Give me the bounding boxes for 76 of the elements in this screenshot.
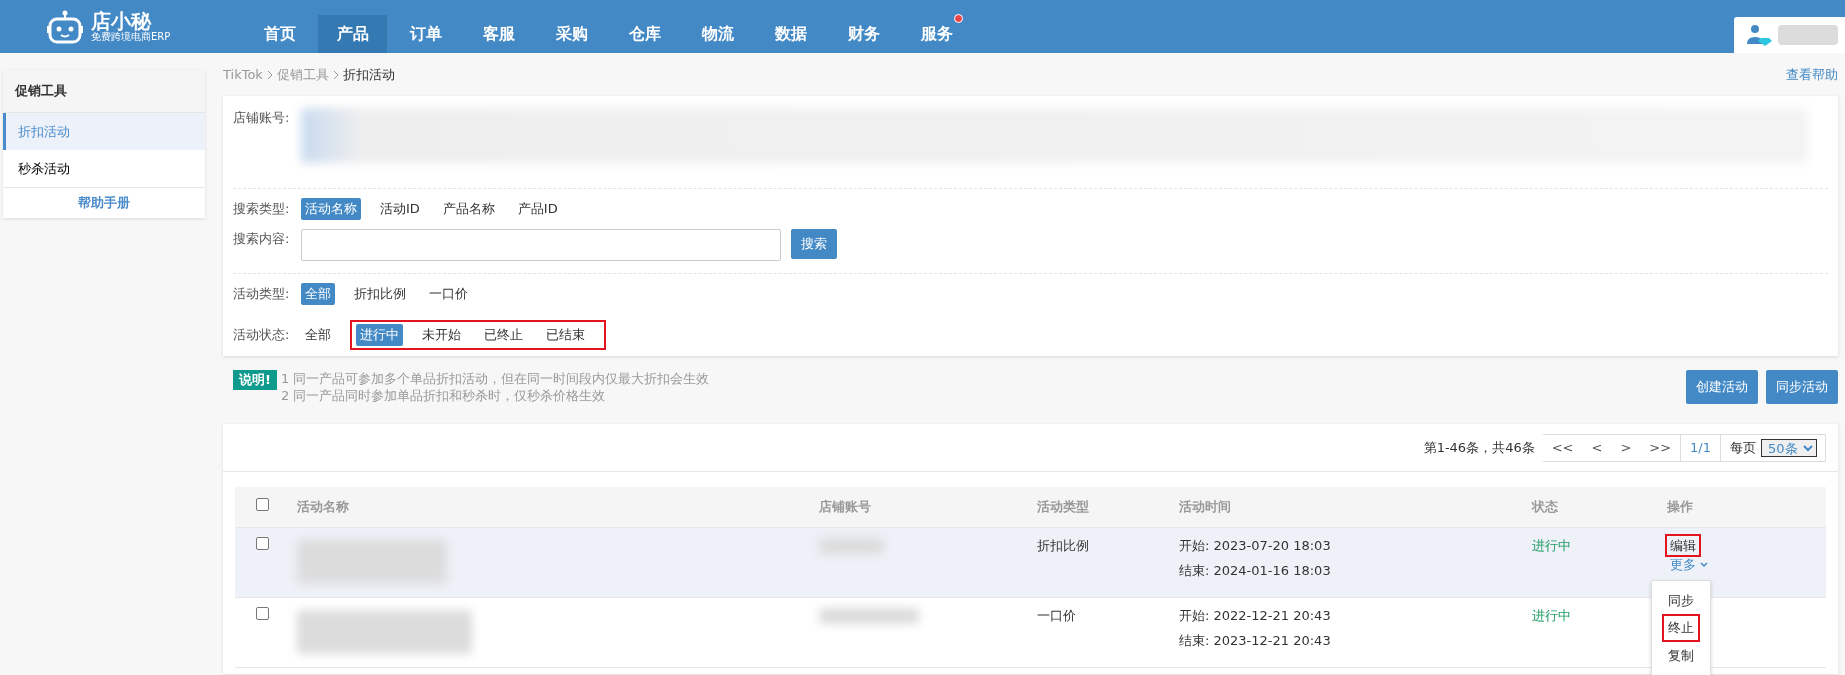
per-page-select[interactable]: 50条 [1761,438,1817,457]
blurred-username [1778,25,1838,45]
menu-item[interactable]: 复制 [1664,643,1698,667]
nav-tab[interactable]: 首页 [245,15,314,53]
column-header: 操作 [1667,499,1693,514]
search-button[interactable]: 搜索 [791,229,837,259]
help-link[interactable]: 查看帮助 [1786,64,1838,85]
nav-tab[interactable]: 订单 [391,15,460,53]
field-label: 活动类型: [233,285,291,304]
column-header: 店铺账号 [819,499,871,514]
end-time: 结束: 2023-12-21 20:43 [1179,632,1332,650]
filter-option[interactable]: 折扣比例 [350,283,410,305]
pagination-summary: 第1-46条，共46条 [1423,438,1535,457]
filter-option[interactable]: 活动ID [376,198,424,220]
action-button[interactable]: 同步活动 [1766,370,1838,404]
filter-option[interactable]: 未开始 [418,324,465,346]
column-header: 活动类型 [1037,499,1089,514]
nav-tab[interactable]: 产品 [318,15,387,53]
column-header: 活动名称 [297,499,349,514]
status-text: 进行中 [1532,607,1571,623]
page-indicator: 1/1 [1681,434,1721,461]
edit-link[interactable]: 编辑 [1667,535,1699,555]
start-time: 开始: 2022-12-21 20:43 [1179,606,1332,625]
sidebar-item[interactable]: 折扣活动 [3,113,205,150]
logo-text: 店小秘 [91,10,152,31]
nav-tab[interactable]: 数据 [756,15,825,53]
search-field[interactable] [301,229,781,261]
field-label: 活动状态: [233,326,291,345]
more-dropdown[interactable]: 更多 [1667,555,1711,575]
sidebar-item[interactable]: 秒杀活动 [3,150,205,187]
pagination-button[interactable]: >> [1640,434,1682,461]
chevron-right-icon [332,69,339,80]
nav-tab[interactable]: 采购 [537,15,606,53]
nav-tab[interactable]: 仓库 [610,15,679,53]
filter-option[interactable]: 活动名称 [301,198,361,220]
breadcrumb-item[interactable]: 促销工具 [276,64,329,85]
menu-item[interactable]: 同步 [1664,588,1698,612]
table-cell: 一口价 [1037,607,1076,623]
column-header: 状态 [1532,499,1558,514]
filter-option[interactable]: 全部 [301,283,335,305]
start-time: 开始: 2023-07-20 18:03 [1179,536,1332,555]
field-label: 搜索内容: [233,230,291,248]
filter-option[interactable]: 已终止 [480,324,527,346]
filter-option[interactable]: 一口价 [425,283,472,305]
notice-badge: 说明! [233,370,277,390]
filter-option[interactable]: 产品名称 [438,198,499,220]
status-text: 进行中 [1532,537,1571,553]
user-icon [1746,24,1772,46]
user-panel[interactable] [1734,17,1845,53]
column-header: 活动时间 [1179,499,1231,514]
nav-tab[interactable]: 财务 [829,15,898,53]
row-checkbox[interactable] [255,536,269,550]
chevron-right-icon [266,69,273,80]
logo-tagline: 免费跨境电商ERP [91,30,171,43]
per-page-label: 每页 [1729,438,1757,457]
help-manual-link[interactable]: 帮助手册 [3,187,205,218]
select-all-checkbox[interactable] [255,498,269,511]
field-label: 店铺账号: [233,109,291,127]
breadcrumb-item: 折扣活动 [342,65,395,84]
nav-tab[interactable]: 物流 [683,15,752,53]
filter-option[interactable]: 已结束 [542,324,589,346]
robot-logo-icon [47,9,83,44]
filter-option[interactable]: 产品ID [513,198,562,220]
row-checkbox[interactable] [255,606,269,620]
nav-tab[interactable]: 服务 [902,15,971,53]
sidebar-title: 促销工具 [3,70,205,113]
end-time: 结束: 2024-01-16 18:03 [1179,562,1332,580]
field-label: 搜索类型: [233,200,291,219]
nav-tab[interactable]: 客服 [464,15,533,53]
caret-icon [1700,561,1708,568]
filter-option[interactable]: 全部 [301,324,335,346]
action-button[interactable]: 创建活动 [1686,370,1758,404]
table-cell: 折扣比例 [1037,537,1089,553]
breadcrumb-item[interactable]: TikTok [223,64,263,85]
menu-item[interactable]: 终止 [1664,616,1698,640]
filter-option[interactable]: 进行中 [356,324,403,346]
